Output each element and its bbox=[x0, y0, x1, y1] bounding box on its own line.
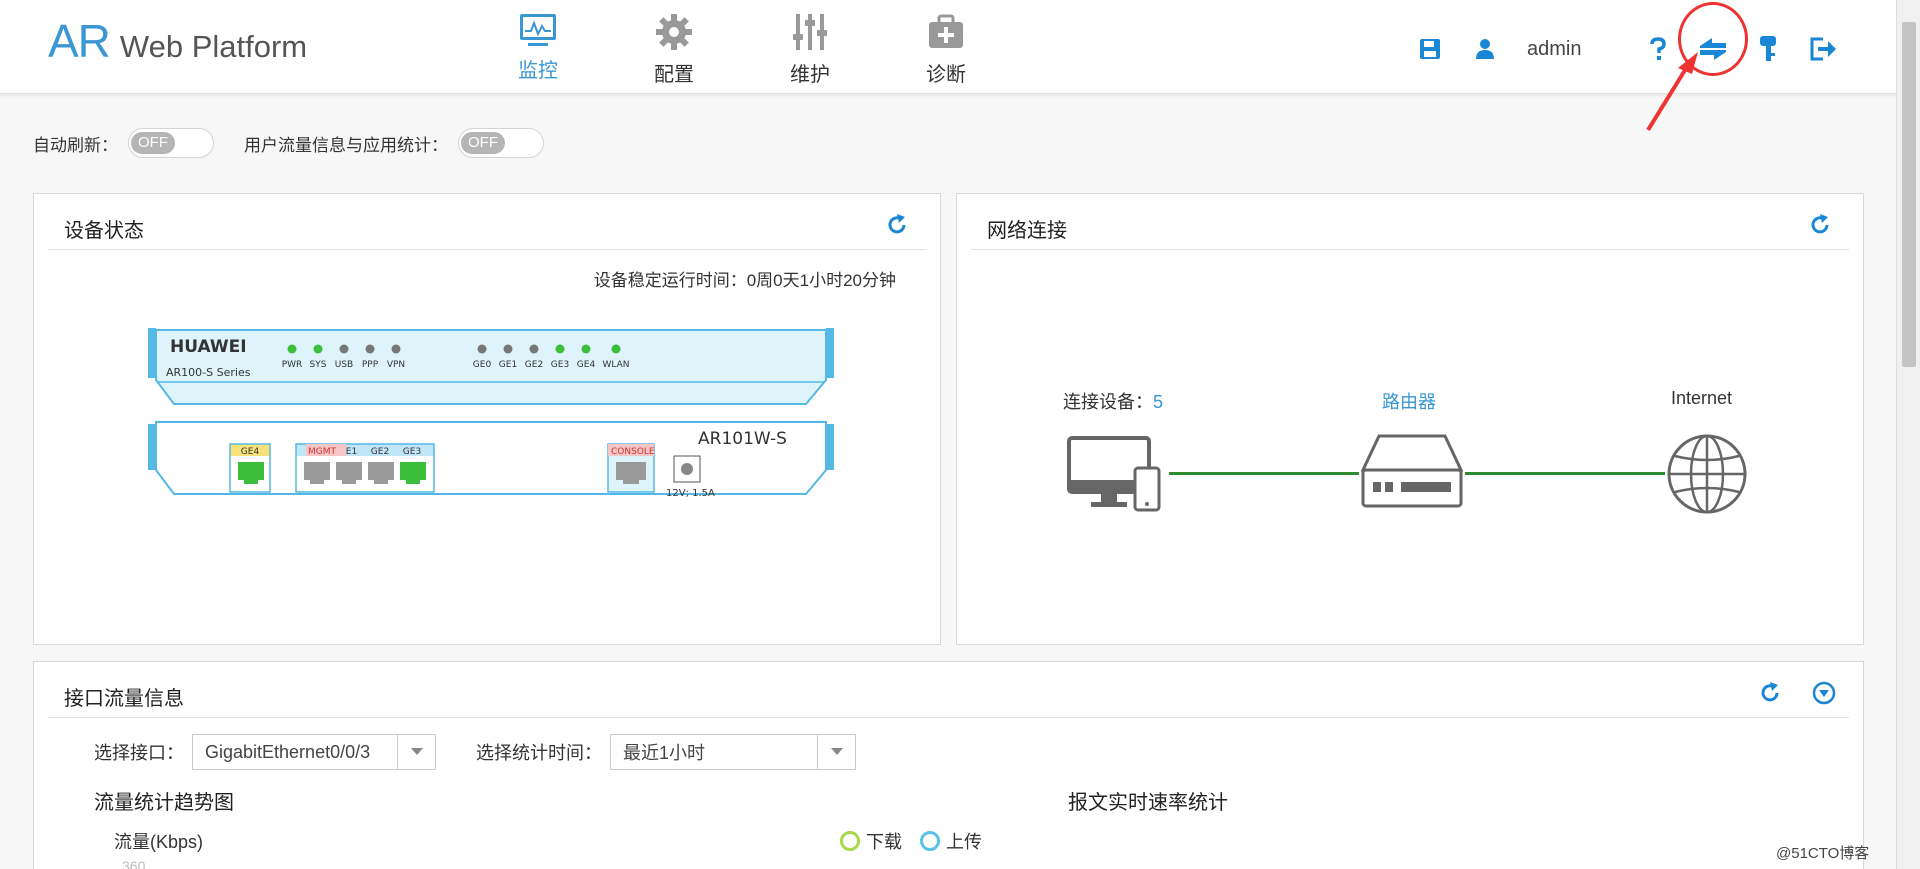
save-button[interactable] bbox=[1415, 34, 1445, 64]
port-label: GE4 bbox=[241, 447, 260, 457]
link-device-router bbox=[1169, 472, 1359, 475]
panel-divider bbox=[48, 717, 1849, 718]
legend-download-label[interactable]: 下载 bbox=[866, 828, 902, 854]
legend-upload-marker[interactable] bbox=[920, 831, 940, 851]
led-label: SYS bbox=[310, 360, 327, 370]
traffic-stats-switch[interactable]: OFF bbox=[458, 128, 544, 158]
router-icon[interactable] bbox=[1359, 432, 1465, 512]
save-icon bbox=[1420, 39, 1440, 59]
refresh-icon[interactable] bbox=[1807, 212, 1833, 238]
led-sys bbox=[313, 344, 323, 354]
led-label: VPN bbox=[387, 360, 405, 370]
led-ge3 bbox=[555, 344, 565, 354]
interface-select[interactable]: GigabitEthernet0/0/3 bbox=[192, 734, 436, 770]
auto-refresh-label: 自动刷新： bbox=[33, 135, 118, 155]
led-label: WLAN bbox=[602, 360, 629, 370]
device-panel-title: 设备状态 bbox=[64, 220, 144, 242]
brand-text: HUAWEI bbox=[170, 337, 247, 357]
collapse-icon[interactable] bbox=[1811, 680, 1837, 706]
connected-count[interactable]: 5 bbox=[1153, 392, 1163, 412]
annotation-arrow bbox=[1646, 52, 1698, 132]
led-label: GE3 bbox=[551, 360, 569, 370]
key-icon bbox=[1760, 36, 1776, 61]
interface-label: 选择接口： bbox=[94, 743, 184, 763]
page-scrollbar[interactable] bbox=[1896, 0, 1920, 869]
watermark: @51CTO博客 bbox=[1776, 845, 1870, 862]
refresh-icon[interactable] bbox=[1757, 680, 1783, 706]
led-label: GE0 bbox=[473, 360, 492, 370]
mgmt-label: MGMT bbox=[308, 447, 337, 457]
chart-legend: 下载 上传 bbox=[840, 828, 982, 854]
led-label: GE4 bbox=[577, 360, 596, 370]
toggle-row: 自动刷新： OFF 用户流量信息与应用统计： OFF bbox=[33, 128, 574, 158]
chevron-down-icon[interactable] bbox=[397, 735, 435, 769]
traffic-stats-label: 用户流量信息与应用统计： bbox=[244, 135, 448, 155]
rate-chart-title: 报文实时速率统计 bbox=[1068, 792, 1228, 814]
series-text: AR100-S Series bbox=[166, 366, 251, 379]
filter-row: 选择接口： GigabitEthernet0/0/3 选择统计时间： 最近1小时 bbox=[94, 734, 896, 770]
user-button[interactable] bbox=[1470, 34, 1500, 64]
user-icon bbox=[1476, 39, 1494, 59]
port-label: GE3 bbox=[403, 447, 421, 457]
led-label: GE1 bbox=[499, 360, 517, 370]
uptime-text: 设备稳定运行时间：0周0天1小时20分钟 bbox=[593, 271, 896, 290]
connected-devices-label[interactable]: 连接设备：5 bbox=[1063, 388, 1163, 414]
router-label[interactable]: 路由器 bbox=[1382, 388, 1436, 414]
chevron-down-icon[interactable] bbox=[817, 735, 855, 769]
led-wlan bbox=[611, 344, 621, 354]
time-value: 最近1小时 bbox=[623, 743, 706, 763]
device-status-panel: 设备状态 设备稳定运行时间：0周0天1小时20分钟 HUAWEI AR100-S… bbox=[33, 193, 941, 645]
led-label: PWR bbox=[282, 360, 303, 370]
logout-button[interactable] bbox=[1808, 34, 1838, 64]
led-ge2 bbox=[529, 344, 539, 354]
panel-divider bbox=[48, 249, 926, 250]
interface-traffic-panel: 接口流量信息 选择接口： GigabitEthernet0/0/3 选择统计时间… bbox=[33, 661, 1864, 869]
time-select[interactable]: 最近1小时 bbox=[610, 734, 856, 770]
led-ge1 bbox=[503, 344, 513, 354]
led-label: USB bbox=[335, 360, 353, 370]
led-pwr bbox=[287, 344, 297, 354]
interface-value: GigabitEthernet0/0/3 bbox=[205, 741, 371, 762]
refresh-icon[interactable] bbox=[884, 212, 910, 238]
internet-label: Internet bbox=[1671, 388, 1733, 408]
top-header: AR Web Platform 监控 配置 维护 诊断 admin bbox=[0, 0, 1896, 94]
led-ge4 bbox=[581, 344, 591, 354]
led-vpn bbox=[391, 344, 401, 354]
time-label: 选择统计时间： bbox=[476, 743, 602, 763]
network-connection-panel: 网络连接 连接设备：5 路由器 Internet bbox=[956, 193, 1864, 645]
scrollbar-thumb[interactable] bbox=[1902, 22, 1916, 367]
led-ge0 bbox=[477, 344, 487, 354]
model-text: AR101W-S bbox=[698, 429, 787, 449]
auto-refresh-state: OFF bbox=[131, 132, 175, 154]
auto-refresh-switch[interactable]: OFF bbox=[128, 128, 214, 158]
y-axis-label: 流量(Kbps) bbox=[114, 832, 204, 852]
key-button[interactable] bbox=[1753, 34, 1783, 64]
led-label: GE2 bbox=[525, 360, 543, 370]
username: admin bbox=[1527, 38, 1582, 60]
y-tick-label: 360 bbox=[122, 858, 146, 869]
power-label: 12V; 1.5A bbox=[666, 488, 715, 499]
trend-chart-title: 流量统计趋势图 bbox=[94, 792, 234, 814]
led-label: PPP bbox=[362, 360, 379, 370]
link-router-internet bbox=[1465, 472, 1665, 475]
panel-divider bbox=[971, 249, 1849, 250]
router-diagram: HUAWEI AR100-S Series PWR SYS USB PPP VPN GE0… bbox=[148, 328, 834, 499]
legend-upload-label[interactable]: 上传 bbox=[946, 828, 982, 854]
led-ppp bbox=[365, 344, 375, 354]
traffic-stats-state: OFF bbox=[461, 132, 505, 154]
connected-label-text: 连接设备： bbox=[1063, 392, 1153, 412]
led-usb bbox=[339, 344, 349, 354]
computer-phone-icon[interactable] bbox=[1067, 434, 1163, 514]
console-label: CONSOLE bbox=[611, 447, 655, 457]
header-tools: admin bbox=[0, 34, 1896, 64]
traffic-panel-title: 接口流量信息 bbox=[64, 688, 184, 710]
logout-icon bbox=[1810, 37, 1836, 61]
port-label: GE2 bbox=[371, 447, 389, 457]
globe-icon bbox=[1667, 434, 1747, 514]
network-panel-title: 网络连接 bbox=[987, 220, 1067, 242]
legend-download-marker[interactable] bbox=[840, 831, 860, 851]
